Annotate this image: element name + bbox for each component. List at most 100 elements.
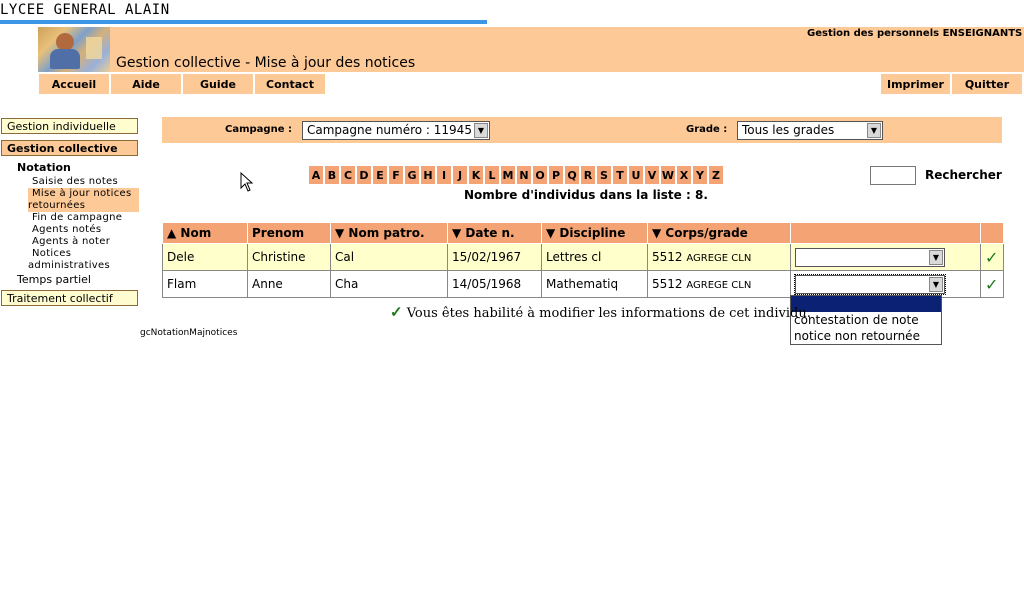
chevron-down-icon: ▼ xyxy=(474,123,488,138)
letter-l[interactable]: L xyxy=(485,166,499,184)
individual-count: Nombre d'individus dans la liste : 8. xyxy=(464,188,708,202)
grade-select-value: Tous les grades xyxy=(742,123,835,137)
cell-notice: ▼ xyxy=(790,270,981,298)
blue-divider xyxy=(0,20,487,24)
sidebar-part-time[interactable]: Temps partiel xyxy=(17,273,91,286)
sidebar-link-maj[interactable]: Mise à jour notices xyxy=(32,188,132,200)
app-subtitle: Gestion des personnels ENSEIGNANTS xyxy=(807,28,1023,39)
chevron-down-icon: ▼ xyxy=(929,276,943,292)
dropdown-option-non-retournee[interactable]: notice non retournée xyxy=(791,328,941,344)
sidebar-item-collective-processing[interactable]: Traitement collectif xyxy=(1,290,138,306)
letter-b[interactable]: B xyxy=(325,166,339,184)
dropdown-option-empty[interactable] xyxy=(791,296,941,312)
col-prenom[interactable]: Prenom xyxy=(247,222,331,244)
col-nom-patro[interactable]: ▼ Nom patro. xyxy=(330,222,448,244)
letter-m[interactable]: M xyxy=(501,166,515,184)
letter-g[interactable]: G xyxy=(405,166,419,184)
grade-label: Grade : xyxy=(686,124,728,135)
page-title: Gestion collective - Mise à jour des not… xyxy=(116,55,416,71)
col-nom[interactable]: ▲ Nom xyxy=(162,222,248,244)
sidebar-link-notes[interactable]: Agents notés xyxy=(32,224,101,236)
campaign-select-value: Campagne numéro : 11945 xyxy=(307,123,472,137)
letter-v[interactable]: V xyxy=(645,166,659,184)
sidebar-link-maj-2[interactable]: retournées xyxy=(28,200,85,212)
col-discipline[interactable]: ▼ Discipline xyxy=(541,222,648,244)
grade-code: AGREGE CLN xyxy=(686,253,752,264)
cell-date: 15/02/1967 xyxy=(447,243,542,271)
nav-contact[interactable]: Contact xyxy=(255,74,325,94)
sidebar-link-notices[interactable]: Notices xyxy=(32,248,71,260)
letter-q[interactable]: Q xyxy=(565,166,579,184)
letter-o[interactable]: O xyxy=(533,166,547,184)
check-icon: ✓ xyxy=(985,274,999,294)
letter-h[interactable]: H xyxy=(421,166,435,184)
letter-u[interactable]: U xyxy=(629,166,643,184)
letter-y[interactable]: Y xyxy=(693,166,707,184)
letter-c[interactable]: C xyxy=(341,166,355,184)
check-icon: ✓ xyxy=(985,247,999,267)
letter-a[interactable]: A xyxy=(309,166,323,184)
letter-s[interactable]: S xyxy=(597,166,611,184)
sidebar-link-saisie[interactable]: Saisie des notes xyxy=(32,176,118,188)
cell-nom: Flam xyxy=(162,270,248,298)
cell-discipline: Lettres cl xyxy=(541,243,648,271)
chevron-down-icon: ▼ xyxy=(867,123,881,138)
page-code: gcNotationMajnotices xyxy=(140,328,238,338)
letter-j[interactable]: J xyxy=(453,166,467,184)
col-check xyxy=(980,222,1004,244)
results-table: ▲ Nom Prenom ▼ Nom patro. ▼ Date n. ▼ Di… xyxy=(162,222,1004,298)
cell-corps: 5512 AGREGE CLN xyxy=(647,270,791,298)
cell-patro: Cha xyxy=(330,270,448,298)
table-row[interactable]: Dele Christine Cal 15/02/1967 Lettres cl… xyxy=(162,243,1004,271)
letter-r[interactable]: R xyxy=(581,166,595,184)
col-date[interactable]: ▼ Date n. xyxy=(447,222,542,244)
cell-check: ✓ xyxy=(980,270,1004,298)
sidebar-item-collective[interactable]: Gestion collective xyxy=(1,140,138,156)
nav-help[interactable]: Aide xyxy=(111,74,181,94)
letter-i[interactable]: I xyxy=(437,166,451,184)
search-input[interactable] xyxy=(870,166,916,185)
cell-prenom: Anne xyxy=(247,270,331,298)
permission-note: ✓ Vous êtes habilité à modifier les info… xyxy=(390,303,811,321)
chevron-down-icon: ▼ xyxy=(929,249,943,265)
nav-print[interactable]: Imprimer xyxy=(881,74,950,94)
nav-guide[interactable]: Guide xyxy=(183,74,253,94)
letter-k[interactable]: K xyxy=(469,166,483,184)
nav-quit[interactable]: Quitter xyxy=(952,74,1022,94)
dropdown-option-contestation[interactable]: contestation de note xyxy=(791,312,941,328)
nav-home[interactable]: Accueil xyxy=(39,74,109,94)
letter-e[interactable]: E xyxy=(373,166,387,184)
cell-nom: Dele xyxy=(162,243,248,271)
sidebar-link-fin[interactable]: Fin de campagne xyxy=(32,212,122,224)
permission-text: Vous êtes habilité à modifier les inform… xyxy=(406,306,811,321)
cell-prenom: Christine xyxy=(247,243,331,271)
header-photo xyxy=(38,27,110,72)
sidebar-item-individual[interactable]: Gestion individuelle xyxy=(1,118,138,134)
table-row[interactable]: Flam Anne Cha 14/05/1968 Mathematiq 5512… xyxy=(162,270,1004,298)
letter-w[interactable]: W xyxy=(661,166,675,184)
notice-select-open[interactable]: ▼ xyxy=(794,273,946,295)
campaign-select[interactable]: Campagne numéro : 11945 ▼ xyxy=(302,121,490,140)
sidebar-link-a-noter[interactable]: Agents à noter xyxy=(32,236,110,248)
sidebar-notation[interactable]: Notation xyxy=(17,161,71,174)
letter-t[interactable]: T xyxy=(613,166,627,184)
cell-patro: Cal xyxy=(330,243,448,271)
cell-check: ✓ xyxy=(980,243,1004,271)
cell-date: 14/05/1968 xyxy=(447,270,542,298)
sidebar-link-notices-2[interactable]: administratives xyxy=(28,260,110,272)
col-corps-grade[interactable]: ▼ Corps/grade xyxy=(647,222,791,244)
letter-x[interactable]: X xyxy=(677,166,691,184)
cursor-icon xyxy=(240,172,254,192)
grade-select[interactable]: Tous les grades ▼ xyxy=(737,121,883,140)
alphabet-filter: ABCDEFGHIJKLMNOPQRSTUVWXYZ xyxy=(309,166,723,184)
letter-z[interactable]: Z xyxy=(709,166,723,184)
letter-d[interactable]: D xyxy=(357,166,371,184)
letter-f[interactable]: F xyxy=(389,166,403,184)
col-notice xyxy=(790,222,981,244)
search-button[interactable]: Rechercher xyxy=(925,168,1002,182)
notice-dropdown-list: contestation de note notice non retourné… xyxy=(790,295,942,345)
notice-select[interactable]: ▼ xyxy=(795,247,945,267)
check-icon: ✓ xyxy=(390,303,403,321)
letter-n[interactable]: N xyxy=(517,166,531,184)
letter-p[interactable]: P xyxy=(549,166,563,184)
